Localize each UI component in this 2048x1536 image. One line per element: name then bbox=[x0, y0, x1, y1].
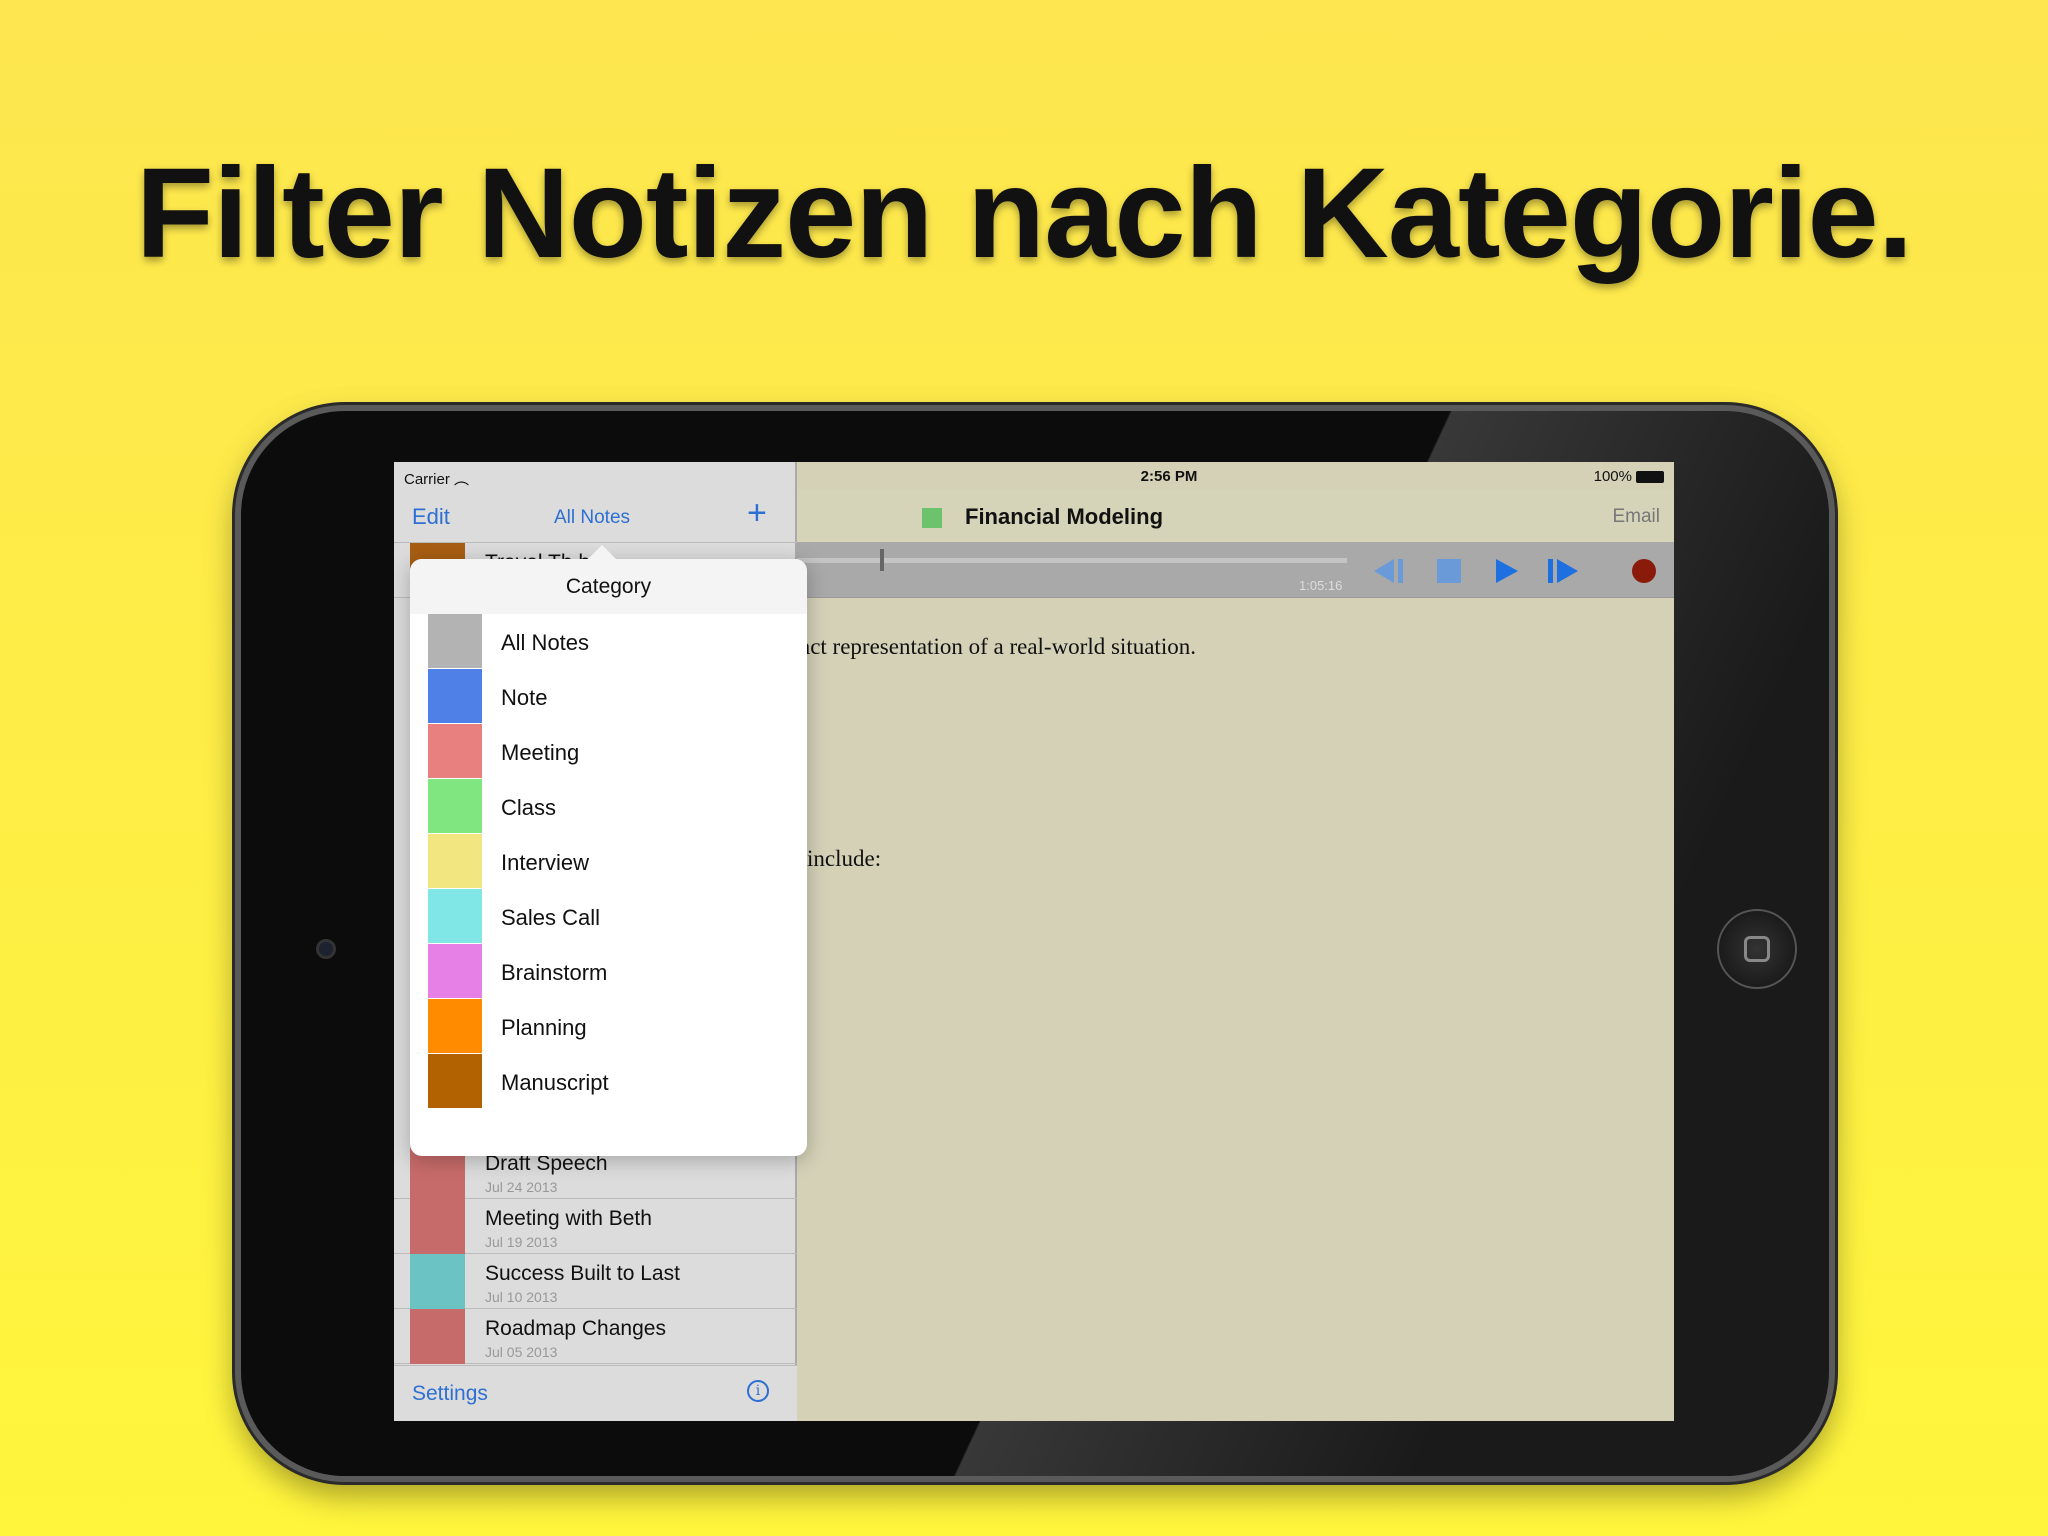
note-date: Jul 10 2013 bbox=[485, 1289, 558, 1305]
skip-forward-icon[interactable] bbox=[1546, 557, 1580, 585]
note-title: Financial Modeling bbox=[965, 504, 1164, 529]
sidebar-nav-bar: Edit All Notes + bbox=[394, 489, 797, 543]
category-label: Class bbox=[501, 795, 557, 820]
category-swatch bbox=[428, 999, 482, 1053]
category-option[interactable]: Planning bbox=[410, 999, 807, 1054]
category-label: Brainstorm bbox=[501, 960, 608, 985]
note-line: include: bbox=[807, 846, 882, 871]
note-date: Jul 05 2013 bbox=[485, 1344, 558, 1360]
email-button[interactable]: Email bbox=[1612, 506, 1660, 528]
note-nav-bar: Financial Modeling Email bbox=[797, 489, 1674, 543]
category-swatch bbox=[428, 944, 482, 998]
category-indicator bbox=[922, 508, 942, 528]
category-swatch bbox=[410, 1254, 465, 1309]
category-option[interactable]: Meeting bbox=[410, 724, 807, 779]
category-label: Manuscript bbox=[501, 1070, 609, 1095]
category-swatch bbox=[410, 1309, 465, 1364]
category-option[interactable]: Class bbox=[410, 779, 807, 834]
battery-label: 100% bbox=[1593, 468, 1632, 485]
category-swatch bbox=[410, 1199, 465, 1254]
category-filter-button[interactable]: All Notes bbox=[554, 507, 630, 529]
edit-button[interactable]: Edit bbox=[412, 504, 450, 530]
category-list: All Notes Note Meeting Class Interview Sales … bbox=[410, 614, 807, 1109]
elapsed-time: 1:05:16 bbox=[1299, 578, 1343, 593]
popover-arrow bbox=[588, 545, 616, 559]
audio-player: 1:05:16 bbox=[797, 543, 1674, 598]
list-item[interactable]: Success Built to Last Jul 10 2013 bbox=[394, 1254, 797, 1309]
category-swatch bbox=[428, 669, 482, 723]
category-label: Sales Call bbox=[501, 905, 601, 930]
category-label: Interview bbox=[501, 850, 590, 875]
play-icon[interactable] bbox=[1494, 557, 1520, 585]
battery-icon bbox=[1636, 470, 1664, 483]
home-square-icon bbox=[1744, 936, 1770, 962]
category-label: All Notes bbox=[501, 630, 590, 655]
battery: 100% bbox=[1594, 468, 1664, 485]
settings-button[interactable]: Settings bbox=[412, 1382, 488, 1406]
category-swatch bbox=[428, 724, 482, 778]
category-popover: Category All Notes Note Meeting Class Interv… bbox=[410, 545, 807, 1156]
category-swatch bbox=[428, 889, 482, 943]
category-option[interactable]: Sales Call bbox=[410, 889, 807, 944]
category-option[interactable]: Manuscript bbox=[410, 1054, 807, 1109]
category-option[interactable]: All Notes bbox=[410, 614, 807, 669]
note-title: Roadmap Changes bbox=[485, 1317, 666, 1340]
note-date: Jul 24 2013 bbox=[485, 1179, 558, 1195]
category-label: Note bbox=[501, 685, 548, 710]
playback-slider-thumb[interactable] bbox=[879, 549, 884, 571]
note-title: Success Built to Last bbox=[485, 1262, 680, 1285]
category-swatch bbox=[428, 1054, 482, 1108]
status-bar: Carrier ︵ 2:56 PM 100% bbox=[394, 462, 1674, 489]
headline: Filter Notizen nach Kategorie. bbox=[135, 142, 1914, 285]
home-button[interactable] bbox=[1717, 909, 1797, 989]
sidebar-toolbar: Settings i bbox=[394, 1365, 797, 1421]
note-title: Meeting with Beth bbox=[485, 1207, 652, 1230]
camera-icon bbox=[316, 939, 336, 959]
category-label: Meeting bbox=[501, 740, 580, 765]
note-date: Jul 19 2013 bbox=[485, 1234, 558, 1250]
list-item[interactable]: Roadmap Changes Jul 05 2013 bbox=[394, 1309, 797, 1364]
clock: 2:56 PM bbox=[1140, 468, 1198, 485]
add-note-button[interactable]: + bbox=[747, 494, 767, 533]
skip-back-icon[interactable] bbox=[1372, 557, 1406, 585]
category-label: Planning bbox=[501, 1015, 587, 1040]
stop-icon[interactable] bbox=[1435, 557, 1463, 585]
category-swatch bbox=[428, 779, 482, 833]
list-item[interactable]: Meeting with Beth Jul 19 2013 bbox=[394, 1199, 797, 1254]
category-option[interactable]: Brainstorm bbox=[410, 944, 807, 999]
category-swatch bbox=[428, 614, 482, 668]
popover-title: Category bbox=[410, 559, 807, 614]
category-swatch bbox=[428, 834, 482, 888]
record-icon[interactable] bbox=[1630, 557, 1658, 585]
info-icon[interactable]: i bbox=[747, 1380, 769, 1402]
category-option[interactable]: Note bbox=[410, 669, 807, 724]
category-option[interactable]: Interview bbox=[410, 834, 807, 889]
screen: Carrier ︵ 2:56 PM 100% Edit All Notes + … bbox=[394, 462, 1674, 1421]
note-line: act representation of a real-world situa… bbox=[800, 634, 1196, 659]
